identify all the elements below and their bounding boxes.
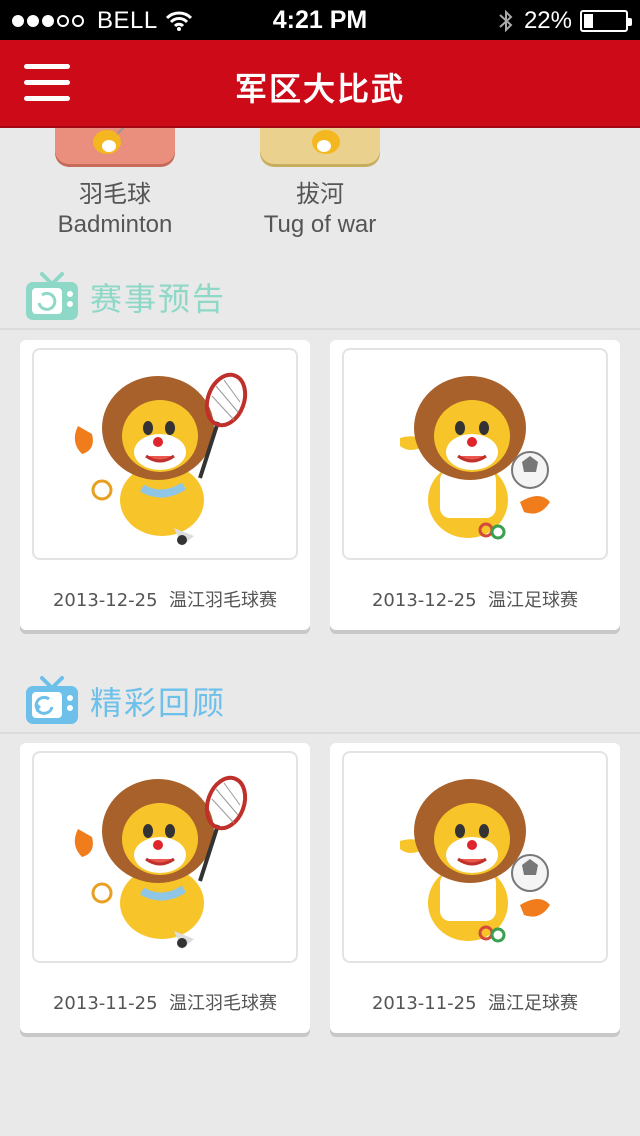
event-name: 温江足球赛 <box>488 993 579 1014</box>
tug-of-war-tile[interactable] <box>260 128 380 164</box>
sport-label-cn: 拔河 <box>296 180 344 208</box>
battery-icon <box>580 10 632 32</box>
lion-mascot-badminton-image <box>32 348 298 560</box>
event-caption: 2013-11-25 温江羽毛球赛 <box>20 989 310 1015</box>
event-caption: 2013-12-25 温江足球赛 <box>330 586 620 612</box>
section-title-upcoming: 赛事预告 <box>90 280 227 318</box>
section-title-review: 精彩回顾 <box>90 684 227 722</box>
tv-icon <box>26 272 78 320</box>
event-card[interactable]: 2013-11-25 温江羽毛球赛 <box>20 743 310 1033</box>
lion-mascot-football-image <box>342 751 608 963</box>
status-bar: BELL 4:21 PM 22% <box>0 0 640 40</box>
event-card[interactable]: 2013-11-25 温江足球赛 <box>330 743 620 1033</box>
page-title: 军区大比武 <box>234 70 405 108</box>
event-date: 2013-11-25 <box>371 993 477 1014</box>
event-caption: 2013-12-25 温江羽毛球赛 <box>20 586 310 612</box>
lion-mascot-football-image <box>342 348 608 560</box>
battery-percent: 22% <box>523 7 572 34</box>
badminton-tile[interactable] <box>55 128 175 164</box>
sport-label-cn: 羽毛球 <box>79 180 151 208</box>
event-date: 2013-12-25 <box>371 590 477 611</box>
lion-mascot-icon <box>93 128 125 154</box>
sport-label-en: Badminton <box>57 211 173 238</box>
event-card[interactable]: 2013-12-25 温江羽毛球赛 <box>20 340 310 630</box>
sport-tug-of-war[interactable]: 拔河 Tug of war <box>245 128 395 239</box>
status-right: 22% <box>498 7 632 35</box>
tv-replay-icon <box>26 676 78 724</box>
event-name: 温江羽毛球赛 <box>169 993 278 1014</box>
event-name: 温江足球赛 <box>488 590 579 611</box>
lion-mascot-icon <box>312 130 340 154</box>
section-header-upcoming: 赛事预告 <box>0 264 640 330</box>
bluetooth-icon <box>499 9 513 33</box>
section-header-review: 精彩回顾 <box>0 668 640 734</box>
sport-badminton[interactable]: 羽毛球 Badminton <box>40 128 190 239</box>
lion-mascot-badminton-image <box>32 751 298 963</box>
event-date: 2013-12-25 <box>52 590 158 611</box>
event-card[interactable]: 2013-12-25 温江足球赛 <box>330 340 620 630</box>
event-caption: 2013-11-25 温江足球赛 <box>330 989 620 1015</box>
event-name: 温江羽毛球赛 <box>169 590 278 611</box>
nav-bar: 军区大比武 <box>0 40 640 128</box>
sport-label-en: Tug of war <box>263 211 377 238</box>
event-date: 2013-11-25 <box>52 993 158 1014</box>
